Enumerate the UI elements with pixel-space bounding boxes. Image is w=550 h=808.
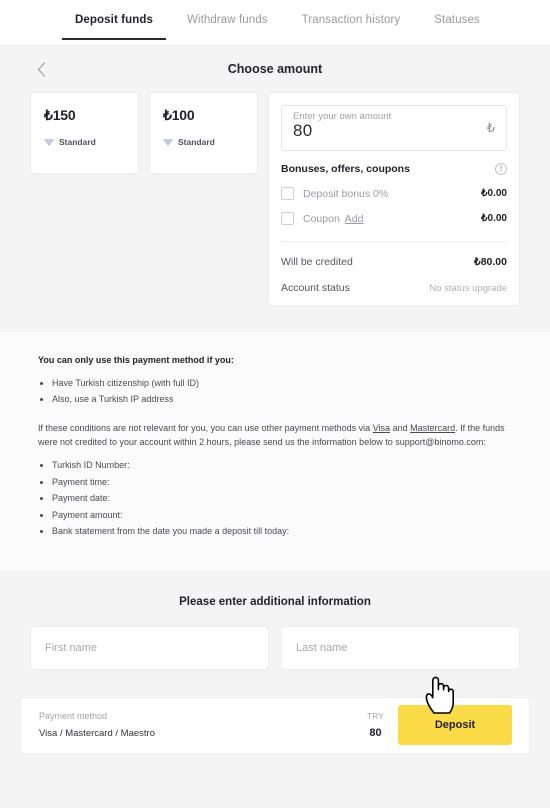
amount-card-value: ₺150 bbox=[44, 107, 76, 123]
bonuses-title: Bonuses, offers, coupons bbox=[281, 163, 410, 175]
mastercard-link[interactable]: Mastercard bbox=[410, 423, 455, 433]
total-amount-value: 80 bbox=[369, 726, 382, 739]
additional-info-title: Please enter additional information bbox=[179, 595, 371, 608]
custom-amount-input[interactable]: Enter your own amount 80 ₺ bbox=[281, 105, 507, 151]
payment-summary-bar: Payment method Visa / Mastercard / Maest… bbox=[20, 676, 530, 754]
account-status-value: No status upgrade bbox=[429, 282, 507, 294]
info-para-part-2: and bbox=[390, 422, 411, 433]
deposit-bonus-label: Deposit bonus 0% bbox=[303, 187, 389, 200]
list-item: Payment date: bbox=[52, 492, 512, 506]
deposit-bonus-checkbox[interactable] bbox=[281, 187, 294, 200]
amount-selection-row: ₺150 Standard ₺100 Standard Enter your o… bbox=[0, 92, 550, 306]
tab-statuses[interactable]: Statuses bbox=[417, 0, 497, 45]
summary-row-status: Account status No status upgrade bbox=[281, 282, 507, 294]
credited-value: ₺80.00 bbox=[474, 256, 507, 268]
info-requirements-list: Turkish ID Number: Payment time: Payment… bbox=[52, 459, 512, 539]
amount-card-100[interactable]: ₺100 Standard bbox=[149, 92, 258, 174]
currency-symbol-icon: ₺ bbox=[486, 120, 495, 135]
account-status-label: Account status bbox=[281, 282, 350, 294]
panel-divider bbox=[281, 241, 507, 242]
list-item: Payment amount: bbox=[52, 509, 512, 523]
main-tabs: Deposit funds Withdraw funds Transaction… bbox=[0, 0, 550, 46]
amount-card-150[interactable]: ₺150 Standard bbox=[30, 92, 139, 174]
info-conditions-list: Have Turkish citizenship (with full ID) … bbox=[52, 377, 512, 407]
payment-info-panel: You can only use this payment method if … bbox=[0, 332, 550, 570]
list-item: Have Turkish citizenship (with full ID) bbox=[52, 377, 512, 391]
credited-label: Will be credited bbox=[281, 256, 353, 268]
amount-card-value: ₺100 bbox=[163, 107, 195, 123]
info-heading: You can only use this payment method if … bbox=[38, 355, 234, 365]
payment-method-value: Visa / Mastercard / Maestro bbox=[39, 728, 155, 740]
last-name-input[interactable]: Last name bbox=[281, 625, 520, 670]
tab-withdraw-funds[interactable]: Withdraw funds bbox=[170, 0, 285, 45]
page-header: Choose amount bbox=[0, 46, 550, 92]
first-name-input[interactable]: First name bbox=[30, 625, 269, 670]
name-fields-row: First name Last name bbox=[0, 625, 550, 670]
deposit-page: Deposit funds Withdraw funds Transaction… bbox=[0, 0, 550, 808]
bonus-row-deposit: Deposit bonus 0% ₺0.00 bbox=[281, 187, 507, 200]
gem-icon bbox=[163, 139, 173, 146]
coupon-add-link[interactable]: Add bbox=[345, 213, 364, 225]
coupon-label: Coupon bbox=[303, 212, 340, 225]
chevron-left-icon bbox=[37, 61, 45, 77]
coupon-amount: ₺0.00 bbox=[481, 213, 507, 224]
info-para-part-1: If these conditions are not relevant for… bbox=[38, 422, 373, 433]
tab-transaction-history[interactable]: Transaction history bbox=[285, 0, 418, 45]
tab-deposit-funds[interactable]: Deposit funds bbox=[58, 0, 170, 45]
list-item: Payment time: bbox=[52, 476, 512, 490]
custom-amount-panel: Enter your own amount 80 ₺ Bonuses, offe… bbox=[268, 92, 520, 306]
bonuses-header: Bonuses, offers, coupons ! bbox=[281, 163, 507, 175]
info-exclamation-icon[interactable]: ! bbox=[495, 163, 507, 175]
list-item: Also, use a Turkish IP address bbox=[52, 393, 512, 407]
total-amount-block: TRY 80 bbox=[367, 712, 398, 739]
deposit-button[interactable]: Deposit bbox=[398, 705, 512, 746]
custom-amount-value: 80 bbox=[293, 121, 313, 140]
page-title: Choose amount bbox=[227, 62, 323, 76]
bonus-row-coupon: Coupon Add ₺0.00 bbox=[281, 212, 507, 225]
payment-method-block: Payment method Visa / Mastercard / Maest… bbox=[39, 711, 155, 739]
gem-icon bbox=[44, 139, 54, 146]
payment-method-label: Payment method bbox=[39, 711, 108, 722]
visa-link[interactable]: Visa bbox=[373, 423, 390, 433]
currency-label: TRY bbox=[366, 711, 384, 721]
list-item: Turkish ID Number: bbox=[52, 459, 512, 473]
list-item: Bank statement from the date you made a … bbox=[52, 525, 512, 539]
info-paragraph: If these conditions are not relevant for… bbox=[38, 421, 512, 451]
coupon-checkbox[interactable] bbox=[281, 212, 294, 225]
back-button[interactable] bbox=[30, 58, 52, 80]
amount-card-badge-label: Standard bbox=[178, 137, 215, 147]
deposit-bonus-amount: ₺0.00 bbox=[481, 188, 507, 199]
amount-card-badge: Standard bbox=[44, 137, 125, 147]
amount-card-badge: Standard bbox=[163, 137, 244, 147]
amount-card-badge-label: Standard bbox=[59, 137, 96, 147]
summary-row-credited: Will be credited ₺80.00 bbox=[281, 256, 507, 268]
